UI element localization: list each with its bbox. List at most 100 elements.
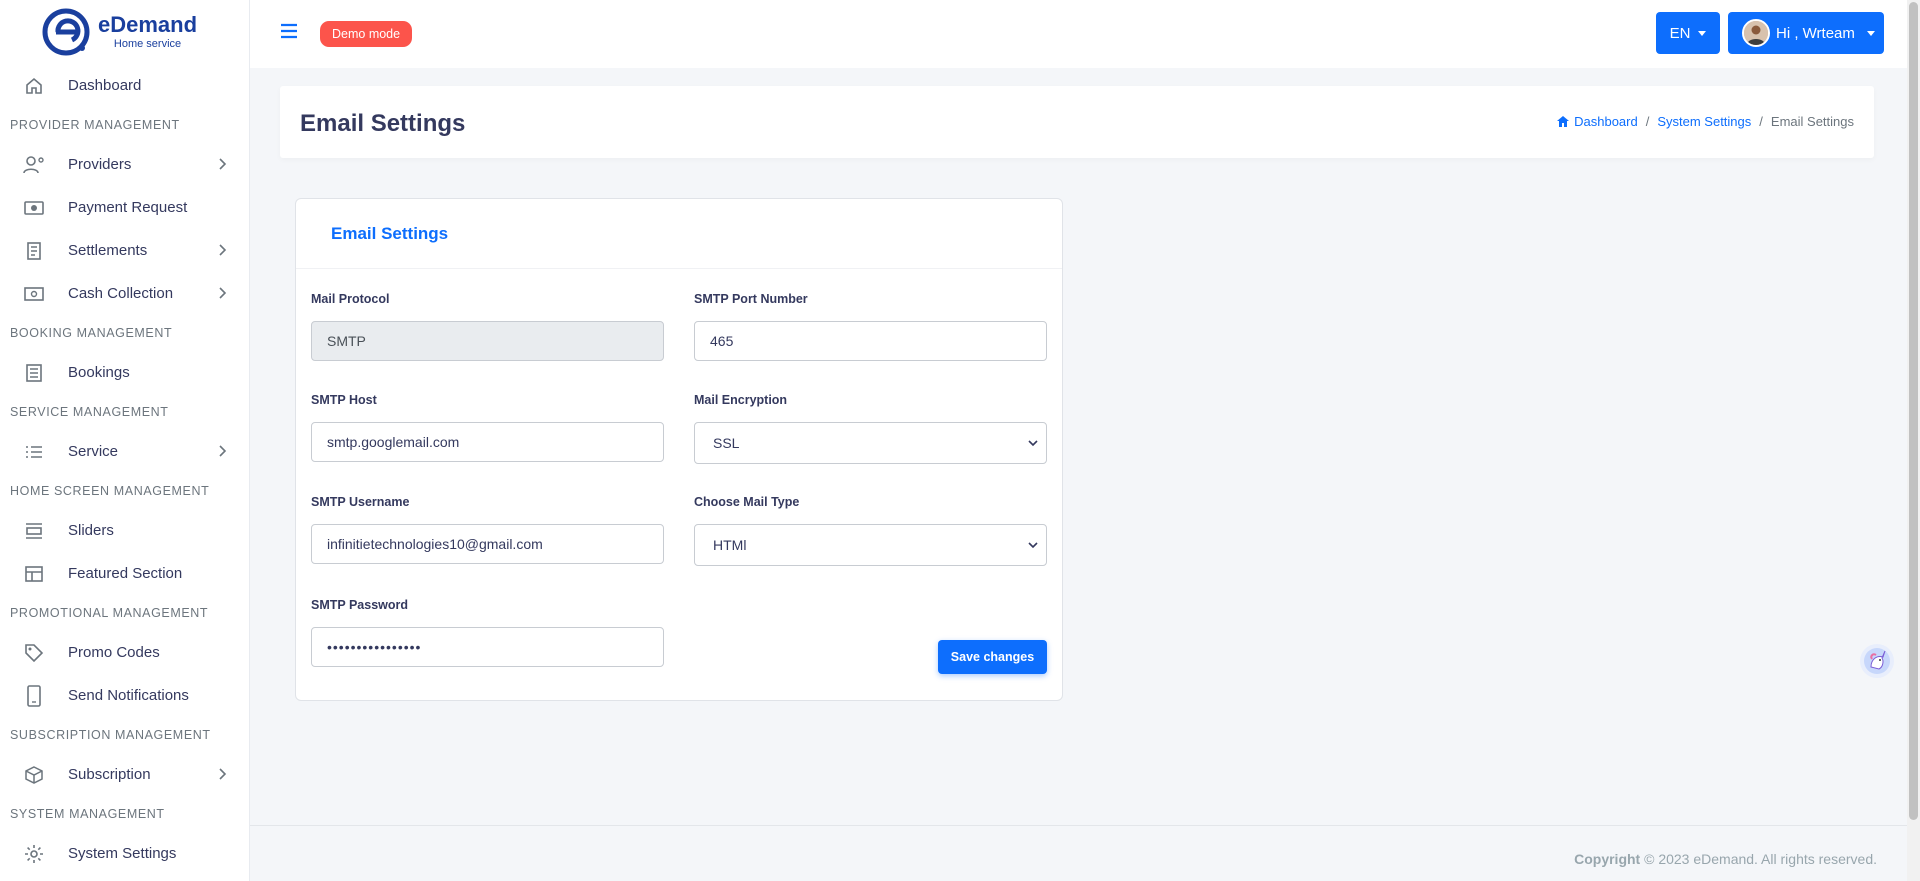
sidebar: eDemand Home service Dashboard PROVIDER … — [0, 0, 250, 881]
list-icon — [22, 440, 46, 464]
sidebar-item-label: System Settings — [68, 845, 177, 862]
email-settings-card: Email Settings Mail Protocol SMTP SMTP P… — [295, 198, 1063, 701]
slider-icon — [22, 519, 46, 543]
sidebar-item-label: Providers — [68, 156, 132, 173]
chevron-right-icon — [219, 445, 227, 457]
gear-icon — [22, 842, 46, 866]
mail-type-value: HTMl — [713, 537, 747, 553]
sidebar-item-label: Payment Request — [68, 199, 188, 216]
page-header: Email Settings Dashboard / System Settin… — [280, 86, 1874, 158]
sidebar-section-header: SYSTEM MANAGEMENT — [10, 807, 165, 821]
sidebar-item-cash-collection[interactable]: Cash Collection — [0, 272, 249, 315]
sidebar-item-label: Bookings — [68, 364, 130, 381]
sidebar-section-header: SERVICE MANAGEMENT — [10, 405, 169, 419]
receipt-icon — [22, 239, 46, 263]
chevron-down-icon — [1028, 542, 1038, 549]
layout-icon — [22, 562, 46, 586]
smtp-password-label: SMTP Password — [311, 598, 409, 612]
menu-toggle-icon[interactable] — [280, 22, 298, 40]
smtp-password-field[interactable]: •••••••••••••••• — [311, 627, 664, 667]
smtp-username-label: SMTP Username — [311, 495, 410, 509]
mail-encryption-select[interactable]: SSL — [694, 422, 1047, 464]
smtp-port-field[interactable]: 465 — [694, 321, 1047, 361]
sidebar-section-header: PROMOTIONAL MANAGEMENT — [10, 606, 209, 620]
caret-down-icon — [1698, 30, 1707, 36]
mail-type-label: Choose Mail Type — [694, 495, 800, 509]
sidebar-item-label: Service — [68, 443, 119, 460]
page-title: Email Settings — [300, 110, 466, 137]
chevron-down-icon — [1028, 440, 1038, 447]
mail-encryption-value: SSL — [713, 435, 740, 451]
smtp-host-field[interactable]: smtp.googlemail.com — [311, 422, 664, 462]
sidebar-section-header: SUBSCRIPTION MANAGEMENT — [10, 728, 211, 742]
sidebar-item-promo-codes[interactable]: Promo Codes — [0, 631, 249, 674]
sidebar-item-featured-section[interactable]: Featured Section — [0, 552, 249, 595]
sidebar-item-dashboard[interactable]: Dashboard — [0, 64, 249, 107]
smtp-host-label: SMTP Host — [311, 393, 377, 407]
caret-down-icon — [1866, 30, 1875, 36]
mail-protocol-field: SMTP — [311, 321, 664, 361]
brand-name: eDemand — [98, 12, 198, 37]
sidebar-item-settlements[interactable]: Settlements — [0, 229, 249, 272]
demo-mode-badge: Demo mode — [320, 21, 413, 47]
sidebar-section-header: BOOKING MANAGEMENT — [10, 326, 173, 340]
unicorn-icon[interactable] — [1860, 644, 1894, 678]
home-icon — [22, 74, 46, 98]
sidebar-section-header: HOME SCREEN MANAGEMENT — [10, 484, 210, 498]
sidebar-item-subscription[interactable]: Subscription — [0, 753, 249, 796]
breadcrumb-current: Email Settings — [1770, 114, 1854, 129]
page-scrollbar[interactable] — [1907, 0, 1920, 881]
sidebar-item-system-settings[interactable]: System Settings — [0, 832, 249, 875]
sidebar-item-label: Dashboard — [68, 77, 142, 94]
breadcrumb-home[interactable]: Dashboard — [1556, 114, 1638, 129]
phone-icon — [22, 684, 46, 708]
sidebar-section-header: PROVIDER MANAGEMENT — [10, 118, 180, 132]
user-gear-icon — [22, 153, 46, 177]
card-title: Email Settings — [296, 199, 1062, 269]
smtp-port-label: SMTP Port Number — [694, 292, 808, 306]
chevron-right-icon — [219, 768, 227, 780]
mail-protocol-label: Mail Protocol — [311, 292, 390, 306]
brand-logo — [42, 8, 90, 56]
sidebar-item-payment-request[interactable]: Payment Request — [0, 186, 249, 229]
sidebar-item-label: Promo Codes — [68, 644, 160, 661]
avatar — [1742, 19, 1770, 47]
user-menu-dropdown[interactable]: Hi , Wrteam — [1728, 12, 1884, 54]
user-greeting: Hi , Wrteam — [1776, 24, 1855, 42]
sidebar-item-sliders[interactable]: Sliders — [0, 509, 249, 552]
list-box-icon — [22, 361, 46, 385]
sidebar-item-label: Featured Section — [68, 565, 183, 582]
sidebar-item-label: Send Notifications — [68, 687, 189, 704]
chevron-right-icon — [219, 244, 227, 256]
cash-icon — [22, 282, 46, 306]
mail-encryption-label: Mail Encryption — [694, 393, 788, 407]
sidebar-item-send-notifications[interactable]: Send Notifications — [0, 674, 249, 717]
language-label: EN — [1669, 24, 1691, 42]
breadcrumb: Dashboard / System Settings / Email Sett… — [1556, 114, 1854, 129]
copyright-label: Copyright — [1574, 851, 1641, 867]
sidebar-item-bookings[interactable]: Bookings — [0, 351, 249, 394]
brand[interactable]: eDemand Home service — [0, 0, 249, 64]
sidebar-item-label: Settlements — [68, 242, 148, 259]
sidebar-item-label: Cash Collection — [68, 285, 174, 302]
chevron-right-icon — [219, 158, 227, 170]
sidebar-item-service[interactable]: Service — [0, 430, 249, 473]
language-dropdown[interactable]: EN — [1656, 12, 1720, 54]
footer: Copyright © 2023 eDemand. All rights res… — [250, 825, 1907, 881]
package-icon — [22, 763, 46, 787]
scrollbar-thumb[interactable] — [1909, 2, 1918, 820]
breadcrumb-separator: / — [1759, 114, 1763, 129]
sidebar-item-providers[interactable]: Providers — [0, 143, 249, 186]
home-icon — [1557, 116, 1570, 127]
save-changes-button[interactable]: Save changes — [938, 640, 1047, 674]
tag-icon — [22, 641, 46, 665]
mail-type-select[interactable]: HTMl — [694, 524, 1047, 566]
chevron-right-icon — [219, 287, 227, 299]
copyright-text: © 2023 eDemand. All rights reserved. — [1640, 851, 1877, 867]
breadcrumb-separator: / — [1645, 114, 1650, 129]
breadcrumb-parent[interactable]: System Settings — [1657, 114, 1751, 129]
smtp-username-field[interactable]: infinitietechnologies10@gmail.com — [311, 524, 664, 564]
sidebar-item-label: Sliders — [68, 522, 114, 539]
topbar: Demo mode EN Hi , Wrteam — [250, 0, 1907, 68]
money-icon — [22, 196, 46, 220]
